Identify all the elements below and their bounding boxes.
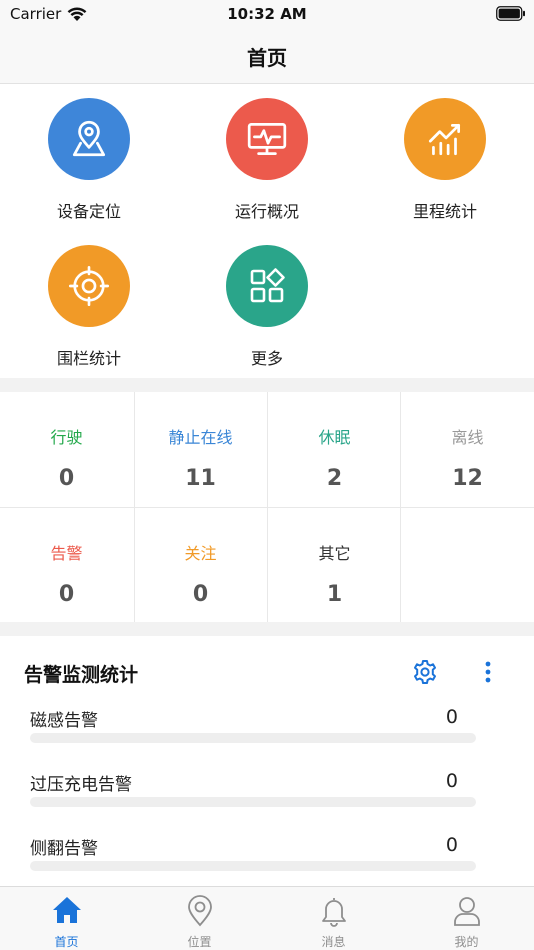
alarm-item-count: 0 xyxy=(445,706,458,728)
tab-location[interactable]: 位置 xyxy=(133,887,266,950)
stat-driving[interactable]: 行驶 0 xyxy=(0,392,133,507)
menu-label: 设备定位 xyxy=(56,202,121,221)
stat-static-online[interactable]: 静止在线 11 xyxy=(134,392,267,507)
tab-home[interactable]: 首页 xyxy=(0,887,133,950)
stat-label: 静止在线 xyxy=(168,428,233,447)
status-stats-grid: 行驶 0 静止在线 11 休眠 2 离线 12 告警 0 关注 0 其它 1 xyxy=(0,392,534,622)
stat-offline[interactable]: 离线 12 xyxy=(401,392,534,507)
home-icon xyxy=(52,897,81,923)
bottom-tab-bar: 首页 位置 消息 我的 xyxy=(0,886,534,950)
tab-label: 我的 xyxy=(454,935,479,949)
stat-label: 行驶 xyxy=(50,428,83,447)
status-time: 10:32 AM xyxy=(227,5,307,23)
map-pin-icon xyxy=(72,120,106,157)
alarm-item-count: 0 xyxy=(445,834,458,856)
alarm-monitor-card: 告警监测统计 磁感告警 0 过压充电告警 0 侧翻告警 0 xyxy=(0,636,534,886)
status-bar: Carrier 10:32 AM xyxy=(0,0,534,30)
alarm-item-name: 过压充电告警 xyxy=(30,775,132,795)
tab-label: 消息 xyxy=(321,935,346,949)
target-icon xyxy=(68,265,110,307)
stat-value: 0 xyxy=(58,582,75,607)
alarm-progress-bar xyxy=(30,861,476,871)
stat-value: 12 xyxy=(452,466,483,491)
stat-value: 11 xyxy=(185,466,216,491)
menu-label: 里程统计 xyxy=(412,202,477,221)
menu-icon-circle xyxy=(226,245,308,327)
stat-sleeping[interactable]: 休眠 2 xyxy=(268,392,401,507)
monitor-pulse-icon xyxy=(247,122,287,156)
stat-alarm[interactable]: 告警 0 xyxy=(0,508,133,623)
menu-item-device-location[interactable]: 设备定位 xyxy=(0,84,178,224)
menu-item-more[interactable]: 更多 xyxy=(178,231,356,371)
tab-profile[interactable]: 我的 xyxy=(400,887,533,950)
menu-item-run-overview[interactable]: 运行概况 xyxy=(178,84,356,224)
menu-item-fence-stats[interactable]: 围栏统计 xyxy=(0,231,178,371)
function-menu: 设备定位 运行概况 里程统计 围栏统计 更多 xyxy=(0,84,534,378)
menu-icon-circle xyxy=(48,245,130,327)
alarm-item-name: 侧翻告警 xyxy=(30,839,98,859)
alarm-progress-bar xyxy=(30,797,476,807)
location-icon xyxy=(187,895,212,927)
menu-icon-circle xyxy=(48,98,130,180)
tab-messages[interactable]: 消息 xyxy=(267,887,400,950)
menu-item-mileage-stats[interactable]: 里程统计 xyxy=(356,84,534,224)
stat-value: 0 xyxy=(58,466,75,491)
stat-label: 其它 xyxy=(318,544,351,563)
stat-label: 关注 xyxy=(184,544,217,563)
alarm-section-title: 告警监测统计 xyxy=(24,664,139,686)
menu-icon-circle xyxy=(226,98,308,180)
menu-label: 运行概况 xyxy=(234,202,299,221)
stat-value: 2 xyxy=(326,466,343,491)
alarm-progress-bar xyxy=(30,733,476,743)
stat-value: 1 xyxy=(326,582,343,607)
alarm-item-name: 磁感告警 xyxy=(30,711,98,731)
grid-divider xyxy=(0,507,534,508)
stat-label: 休眠 xyxy=(318,428,351,447)
stat-label: 离线 xyxy=(451,428,484,447)
bell-icon xyxy=(321,898,346,927)
gear-icon[interactable] xyxy=(412,659,438,685)
battery-icon xyxy=(496,6,525,21)
apps-grid-icon xyxy=(250,268,285,303)
chart-trend-icon xyxy=(428,123,461,156)
stat-label: 告警 xyxy=(50,544,83,563)
menu-label: 围栏统计 xyxy=(56,349,121,368)
user-icon xyxy=(453,897,480,926)
stat-followed[interactable]: 关注 0 xyxy=(134,508,267,623)
tab-label: 首页 xyxy=(54,935,79,949)
page-title: 首页 xyxy=(247,46,287,70)
navigation-bar: 首页 xyxy=(0,30,534,84)
alarm-item-overvoltage[interactable]: 过压充电告警 0 xyxy=(0,770,534,834)
stat-other[interactable]: 其它 1 xyxy=(268,508,401,623)
alarm-item-count: 0 xyxy=(445,770,458,792)
tab-label: 位置 xyxy=(187,935,212,949)
more-vertical-icon[interactable] xyxy=(478,659,498,685)
menu-icon-circle xyxy=(404,98,486,180)
menu-label: 更多 xyxy=(250,349,283,368)
alarm-item-magnetic[interactable]: 磁感告警 0 xyxy=(0,706,534,770)
stat-value: 0 xyxy=(192,582,209,607)
